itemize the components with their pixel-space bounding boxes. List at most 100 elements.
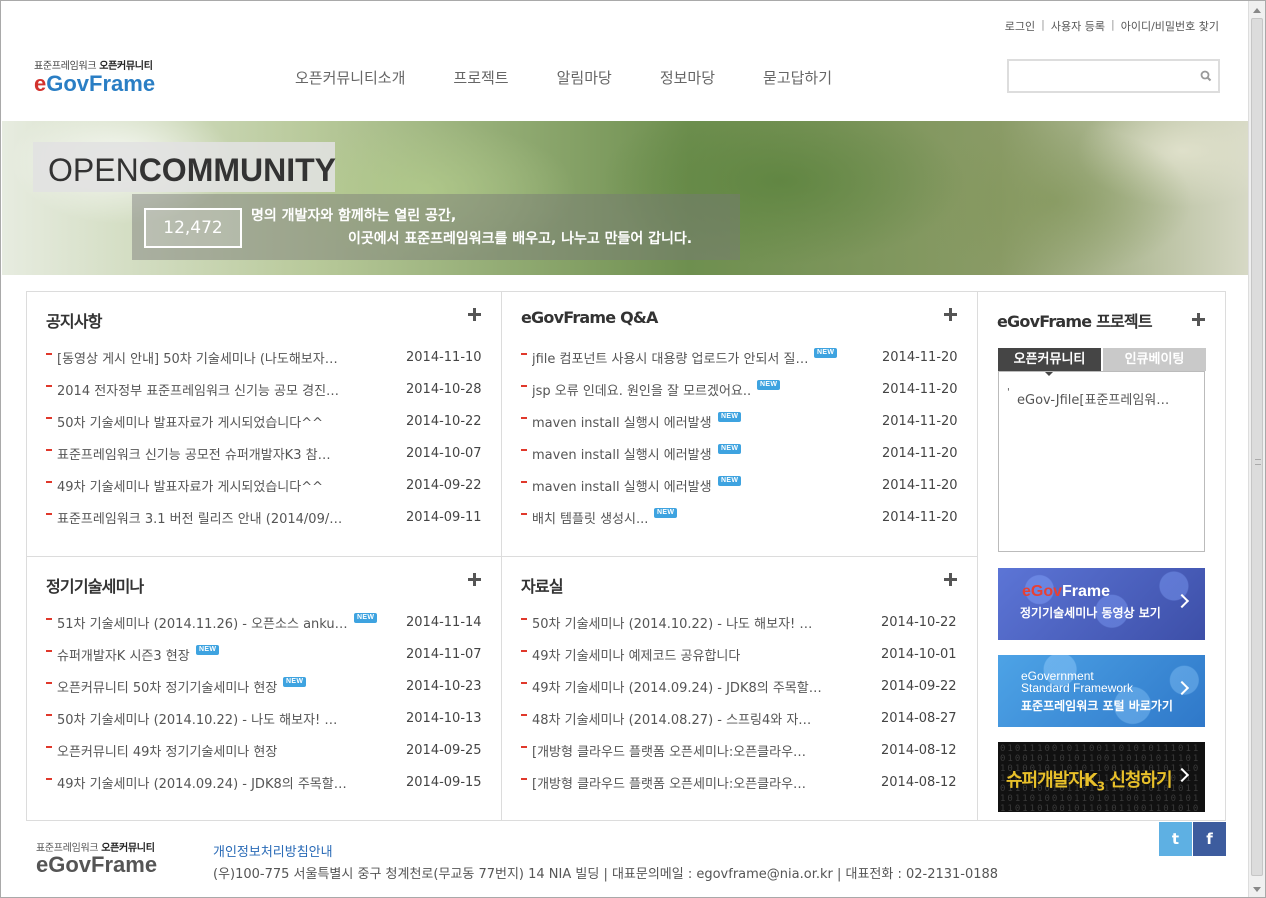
hero-banner: OPENCOMMUNITY 12,472 명의 개발자와 함께하는 열린 공간,… bbox=[2, 121, 1250, 275]
list-item-date: 2014-11-20 bbox=[882, 446, 958, 461]
list-item-date: 2014-10-22 bbox=[406, 414, 482, 429]
search-input[interactable] bbox=[1009, 61, 1194, 91]
scroll-thumb[interactable] bbox=[1251, 18, 1263, 876]
qna-more-icon[interactable] bbox=[944, 308, 957, 321]
scroll-down-icon[interactable] bbox=[1253, 887, 1261, 892]
nav-item-qna[interactable]: 묻고답하기 bbox=[763, 67, 832, 88]
list-item-date: 2014-11-14 bbox=[406, 615, 482, 630]
bullet-dash bbox=[521, 618, 527, 620]
list-item-title[interactable]: 49차 기술세미나 예제코드 공유합니다 bbox=[532, 645, 740, 664]
list-item-title[interactable]: 배치 템플릿 생성시... bbox=[532, 508, 648, 527]
search-icon[interactable] bbox=[1199, 69, 1213, 83]
list-item-title[interactable]: 49차 기술세미나 (2014.09.24) - JDK8의 주목할… bbox=[57, 773, 347, 792]
list-item-title[interactable]: [개방형 클라우드 플랫폼 오픈세미나:오픈클라우… bbox=[532, 773, 806, 792]
list-item-date: 2014-10-01 bbox=[881, 647, 957, 662]
list-item-date: 2014-11-20 bbox=[882, 510, 958, 525]
list-item-title[interactable]: 48차 기술세미나 (2014.08.27) - 스프링4와 자… bbox=[532, 709, 811, 728]
main-nav: 오픈커뮤니티소개 프로젝트 알림마당 정보마당 묻고답하기 bbox=[295, 67, 880, 88]
list-item-title[interactable]: 49차 기술세미나 (2014.09.24) - JDK8의 주목할… bbox=[532, 677, 822, 696]
list-item-date: 2014-10-23 bbox=[406, 679, 482, 694]
list-item-date: 2014-11-20 bbox=[882, 414, 958, 429]
bullet-dash bbox=[46, 513, 52, 515]
list-item-title[interactable]: [동영상 게시 안내] 50차 기술세미나 (나도해보자… bbox=[57, 348, 338, 367]
list-item-title[interactable]: maven install 실행시 에러발생 bbox=[532, 476, 712, 495]
seminar-more-icon[interactable] bbox=[468, 573, 481, 586]
list-item-date: 2014-09-11 bbox=[406, 510, 482, 525]
twitter-icon[interactable]: t bbox=[1159, 822, 1192, 856]
list-item-title[interactable]: [개방형 클라우드 플랫폼 오픈세미나:오픈클라우… bbox=[532, 741, 806, 760]
new-badge: NEW bbox=[283, 677, 307, 687]
project-item-label: eGov-Jfile[표준프레임워… bbox=[1017, 393, 1170, 408]
nav-item-project[interactable]: 프로젝트 bbox=[453, 67, 508, 88]
list-item-title[interactable]: 2014 전자정부 표준프레임워크 신기능 공모 경진… bbox=[57, 380, 339, 399]
notice-title: 공지사항 bbox=[46, 312, 102, 331]
login-link[interactable]: 로그인 bbox=[1005, 18, 1035, 34]
new-badge: NEW bbox=[718, 476, 742, 486]
privacy-policy-link[interactable]: 개인정보처리방침안내 bbox=[213, 841, 333, 860]
list-item-date: 2014-09-25 bbox=[406, 743, 482, 758]
list-item-date: 2014-11-07 bbox=[406, 647, 482, 662]
list-item-title[interactable]: 슈퍼개발자K 시즌3 현장 bbox=[57, 645, 190, 664]
open-community-title: OPENCOMMUNITY bbox=[33, 142, 336, 192]
list-item-date: 2014-09-22 bbox=[406, 478, 482, 493]
project-title: eGovFrame 프로젝트 bbox=[997, 312, 1153, 331]
seminar-video-banner[interactable]: eGovFrame 정기기술세미나 동영상 보기 bbox=[998, 568, 1205, 640]
list-item-title[interactable]: 50차 기술세미나 (2014.10.22) - 나도 해보자! … bbox=[532, 613, 812, 632]
project-item[interactable]: eGov-Jfile[표준프레임워… bbox=[1007, 387, 1170, 408]
project-tab-content: eGov-Jfile[표준프레임워… bbox=[998, 371, 1205, 552]
list-item-title[interactable]: maven install 실행시 에러발생 bbox=[532, 444, 712, 463]
banner-message: 명의 개발자와 함께하는 열린 공간, 이곳에서 표준프레임워크를 배우고, 나… bbox=[251, 205, 692, 251]
portal-banner[interactable]: eGovernment Standard Framework 표준프레임워크 포… bbox=[998, 655, 1205, 727]
find-account-link[interactable]: 아이디/비밀번호 찾기 bbox=[1121, 18, 1219, 34]
list-item-date: 2014-08-12 bbox=[881, 743, 957, 758]
bullet-dash bbox=[46, 353, 52, 355]
scroll-up-icon[interactable] bbox=[1253, 8, 1261, 13]
notice-more-icon[interactable] bbox=[468, 308, 481, 321]
archive-more-icon[interactable] bbox=[944, 573, 957, 586]
new-badge: NEW bbox=[718, 444, 742, 454]
tab-incubating[interactable]: 인큐베이팅 bbox=[1103, 348, 1206, 371]
list-item-title[interactable]: 50차 기술세미나 (2014.10.22) - 나도 해보자! … bbox=[57, 709, 337, 728]
banner-line-2: 이곳에서 표준프레임워크를 배우고, 나누고 만들어 갑니다. bbox=[348, 231, 693, 247]
facebook-icon[interactable]: f bbox=[1193, 822, 1226, 856]
bullet-dash bbox=[521, 449, 527, 451]
list-item-title[interactable]: jsp 오류 인데요. 원인을 잘 모르겠어요.. bbox=[532, 380, 751, 399]
tab-open-community[interactable]: 오픈커뮤니티 bbox=[998, 348, 1101, 376]
project-more-icon[interactable] bbox=[1192, 313, 1205, 326]
list-item-title[interactable]: 표준프레임워크 3.1 버전 릴리즈 안내 (2014/09/… bbox=[57, 508, 342, 527]
list-item-date: 2014-09-15 bbox=[406, 775, 482, 790]
list-item-title[interactable]: 50차 기술세미나 발표자료가 게시되었습니다^^ bbox=[57, 412, 323, 431]
footer-logo: 표준프레임워크 오픈커뮤니티 eGovFrame bbox=[36, 839, 157, 876]
bullet-dash bbox=[521, 513, 527, 515]
list-item-title[interactable]: maven install 실행시 에러발생 bbox=[532, 412, 712, 431]
list-item-title[interactable]: jfile 컴포넌트 사용시 대용량 업로드가 안되서 질… bbox=[532, 348, 808, 367]
bullet-dash bbox=[521, 714, 527, 716]
list-item-title[interactable]: 51차 기술세미나 (2014.11.26) - 오픈소스 anku… bbox=[57, 613, 348, 632]
qna-panel: eGovFrame Q&A jfile 컴포넌트 사용시 대용량 업로드가 안되… bbox=[501, 291, 977, 556]
footer-logo-wordmark: eGovFrame bbox=[36, 854, 157, 876]
nav-item-notice[interactable]: 알림마당 bbox=[557, 67, 612, 88]
site-logo[interactable]: 표준프레임워크 오픈커뮤니티 eGovFrame bbox=[34, 57, 155, 95]
banner-title-tail: 신청하기 bbox=[1104, 770, 1172, 791]
list-item-title[interactable]: 49차 기술세미나 발표자료가 게시되었습니다^^ bbox=[57, 476, 323, 495]
register-link[interactable]: 사용자 등록 bbox=[1051, 18, 1105, 34]
list-item-date: 2014-10-22 bbox=[881, 615, 957, 630]
separator: | bbox=[1110, 18, 1115, 31]
list-item-date: 2014-11-20 bbox=[882, 478, 958, 493]
list-item-date: 2014-08-12 bbox=[881, 775, 957, 790]
bullet-dash bbox=[46, 650, 52, 652]
search-box bbox=[1007, 59, 1220, 93]
bullet-dash bbox=[46, 385, 52, 387]
utility-links: 로그인 | 사용자 등록 | 아이디/비밀번호 찾기 bbox=[1005, 18, 1219, 34]
logo-govframe: GovFrame bbox=[46, 71, 156, 96]
nav-item-about[interactable]: 오픈커뮤니티소개 bbox=[295, 67, 405, 88]
super-developer-banner[interactable]: 0101110010110011010101110110100101101011… bbox=[998, 742, 1205, 812]
bullet-dash bbox=[46, 618, 52, 620]
new-badge: NEW bbox=[814, 348, 838, 358]
list-item-title[interactable]: 오픈커뮤니티 50차 정기기술세미나 현장 bbox=[57, 677, 277, 696]
list-item-title[interactable]: 오픈커뮤니티 49차 정기기술세미나 현장 bbox=[57, 741, 277, 760]
list-item-date: 2014-10-28 bbox=[406, 382, 482, 397]
list-item-title[interactable]: 표준프레임워크 신기능 공모전 슈퍼개발자K3 참… bbox=[57, 444, 331, 463]
vertical-scrollbar[interactable] bbox=[1248, 1, 1265, 897]
nav-item-info[interactable]: 정보마당 bbox=[660, 67, 715, 88]
